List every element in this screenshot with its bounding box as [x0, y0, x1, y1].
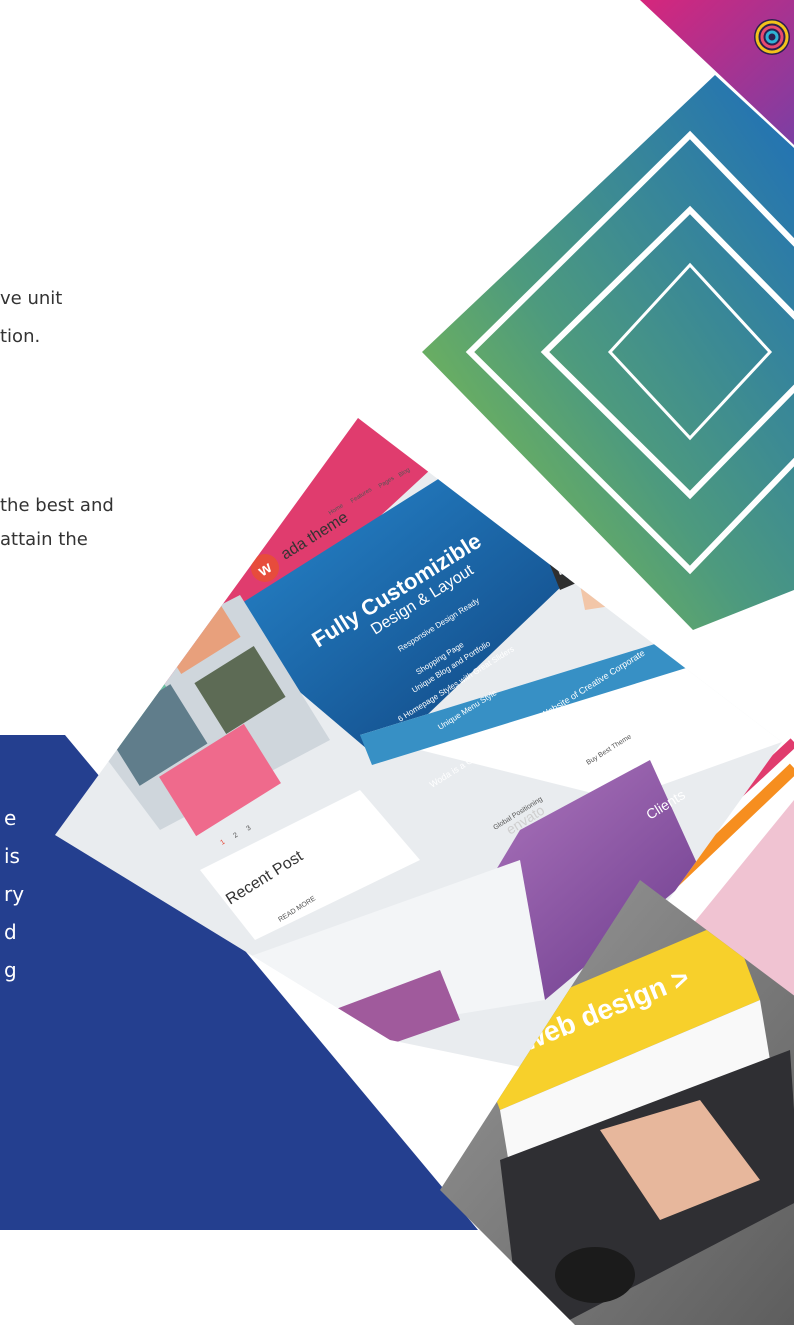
- body-text-line: ve unit: [0, 288, 63, 309]
- blue-panel-text: d: [4, 920, 17, 944]
- watermark: envato: [218, 492, 262, 528]
- page-canvas: w ada theme Fully Customizible Design & …: [0, 0, 794, 1325]
- blue-panel-text: ry: [4, 882, 25, 906]
- blue-panel-text: e: [4, 806, 17, 830]
- blue-panel-text: g: [4, 958, 17, 982]
- nav-item[interactable]: Contact: [473, 422, 494, 438]
- nav-item[interactable]: Portfolio: [418, 451, 440, 468]
- blue-panel-text: is: [4, 844, 20, 868]
- nav-item[interactable]: Shortcodes: [443, 434, 472, 455]
- body-text-line: tion.: [0, 326, 41, 347]
- spiral-logo-icon: [754, 19, 790, 55]
- body-text-line: attain the: [0, 529, 88, 550]
- decoration-layer: w ada theme Fully Customizible Design & …: [0, 0, 794, 1325]
- body-text-line: the best and: [0, 495, 114, 516]
